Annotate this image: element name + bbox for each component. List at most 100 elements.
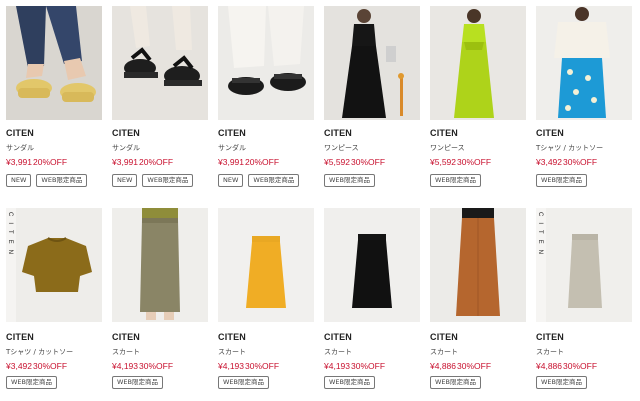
side-brand-text: CITEN [7,212,13,260]
price-line: ¥3,99120%OFF [218,157,279,167]
product-image[interactable] [536,6,632,120]
discount-badge: 20%OFF [33,157,68,167]
tag-list: WEB限定商品 [324,174,375,187]
brand-name: CITEN [6,128,34,138]
product-image[interactable] [112,6,208,120]
product-card[interactable]: CITEN スカート ¥4,19330%OFF WEB限定商品 [218,208,314,389]
category-label: スカート [324,348,352,356]
category-label: ワンピース [324,144,359,152]
product-grid: CITEN サンダル ¥3,99120%OFF NEW WEB限定商品 CITE… [0,0,640,401]
tag-list: WEB限定商品 [430,376,481,389]
discount-badge: 30%OFF [245,361,280,371]
tag-new: NEW [218,174,244,187]
tag-web-limited: WEB限定商品 [6,376,57,389]
discount-badge: 20%OFF [245,157,280,167]
product-image[interactable] [6,6,102,120]
tag-new: NEW [112,174,138,187]
product-photo-icon [430,208,526,322]
brand-name: CITEN [430,332,458,342]
price-line: ¥4,88630%OFF [430,361,491,371]
tag-web-limited: WEB限定商品 [536,174,587,187]
category-label: スカート [218,348,246,356]
brand-name: CITEN [6,332,34,342]
product-image[interactable] [218,208,314,322]
product-photo-icon [6,6,102,120]
tag-list: WEB限定商品 [430,174,481,187]
product-card[interactable]: CITEN CITEN スカート ¥4,88630%OFF WEB限定商品 [536,208,632,389]
tag-web-limited: WEB限定商品 [248,174,300,187]
sale-price: ¥3,991 [112,157,138,167]
product-image[interactable] [324,6,420,120]
product-card[interactable]: CITEN ワンピース ¥5,59230%OFF WEB限定商品 [430,6,526,187]
tag-web-limited: WEB限定商品 [324,376,375,389]
sale-price: ¥5,592 [324,157,350,167]
product-photo-icon [6,208,102,322]
sale-price: ¥5,592 [430,157,456,167]
product-photo-icon [536,6,632,120]
sale-price: ¥4,193 [324,361,350,371]
discount-badge: 30%OFF [563,157,598,167]
product-card[interactable]: CITEN スカート ¥4,88630%OFF WEB限定商品 [430,208,526,389]
sale-price: ¥3,492 [536,157,562,167]
category-label: スカート [112,348,140,356]
product-card[interactable]: CITEN サンダル ¥3,99120%OFF NEW WEB限定商品 [218,6,314,187]
sale-price: ¥3,492 [6,361,32,371]
tag-web-limited: WEB限定商品 [536,376,587,389]
tag-list: WEB限定商品 [536,376,587,389]
tag-list: NEW WEB限定商品 [6,174,88,187]
discount-badge: 30%OFF [351,157,386,167]
product-image[interactable] [430,6,526,120]
product-photo-icon [218,208,314,322]
tag-web-limited: WEB限定商品 [142,174,194,187]
price-line: ¥3,99120%OFF [112,157,173,167]
discount-badge: 20%OFF [139,157,174,167]
discount-badge: 30%OFF [563,361,598,371]
product-image[interactable] [218,6,314,120]
brand-name: CITEN [536,332,564,342]
product-photo-icon [218,6,314,120]
category-label: サンダル [218,144,246,152]
discount-badge: 30%OFF [33,361,68,371]
brand-name: CITEN [324,128,352,138]
product-photo-icon [112,6,208,120]
tag-list: WEB限定商品 [536,174,587,187]
tag-list: NEW WEB限定商品 [112,174,194,187]
product-image[interactable] [112,208,208,322]
price-line: ¥3,99120%OFF [6,157,67,167]
category-label: スカート [536,348,564,356]
product-card[interactable]: CITEN ワンピース ¥5,59230%OFF WEB限定商品 [324,6,420,187]
sale-price: ¥4,193 [112,361,138,371]
brand-name: CITEN [218,128,246,138]
product-image[interactable]: CITEN [536,208,632,322]
brand-name: CITEN [218,332,246,342]
product-card[interactable]: CITEN サンダル ¥3,99120%OFF NEW WEB限定商品 [112,6,208,187]
discount-badge: 30%OFF [351,361,386,371]
product-card[interactable]: CITEN Tシャツ / カットソー ¥3,49230%OFF WEB限定商品 [536,6,632,187]
category-label: ワンピース [430,144,465,152]
product-photo-icon [324,208,420,322]
product-card[interactable]: CITEN CITEN Tシャツ / カットソー ¥3,49230%OFF WE… [6,208,102,389]
price-line: ¥4,19330%OFF [218,361,279,371]
tag-web-limited: WEB限定商品 [324,174,375,187]
product-card[interactable]: CITEN スカート ¥4,19330%OFF WEB限定商品 [324,208,420,389]
tag-list: WEB限定商品 [324,376,375,389]
tag-web-limited: WEB限定商品 [430,376,481,389]
tag-list: WEB限定商品 [6,376,57,389]
sale-price: ¥3,991 [6,157,32,167]
product-photo-icon [430,6,526,120]
product-card[interactable]: CITEN スカート ¥4,19330%OFF WEB限定商品 [112,208,208,389]
product-image[interactable] [324,208,420,322]
product-image[interactable]: CITEN [6,208,102,322]
tag-new: NEW [6,174,32,187]
discount-badge: 30%OFF [457,361,492,371]
brand-name: CITEN [112,332,140,342]
price-line: ¥3,49230%OFF [536,157,597,167]
product-image[interactable] [430,208,526,322]
product-card[interactable]: CITEN サンダル ¥3,99120%OFF NEW WEB限定商品 [6,6,102,187]
tag-web-limited: WEB限定商品 [112,376,163,389]
price-line: ¥4,19330%OFF [112,361,173,371]
price-line: ¥5,59230%OFF [430,157,491,167]
sale-price: ¥4,193 [218,361,244,371]
tag-web-limited: WEB限定商品 [430,174,481,187]
sale-price: ¥4,886 [430,361,456,371]
